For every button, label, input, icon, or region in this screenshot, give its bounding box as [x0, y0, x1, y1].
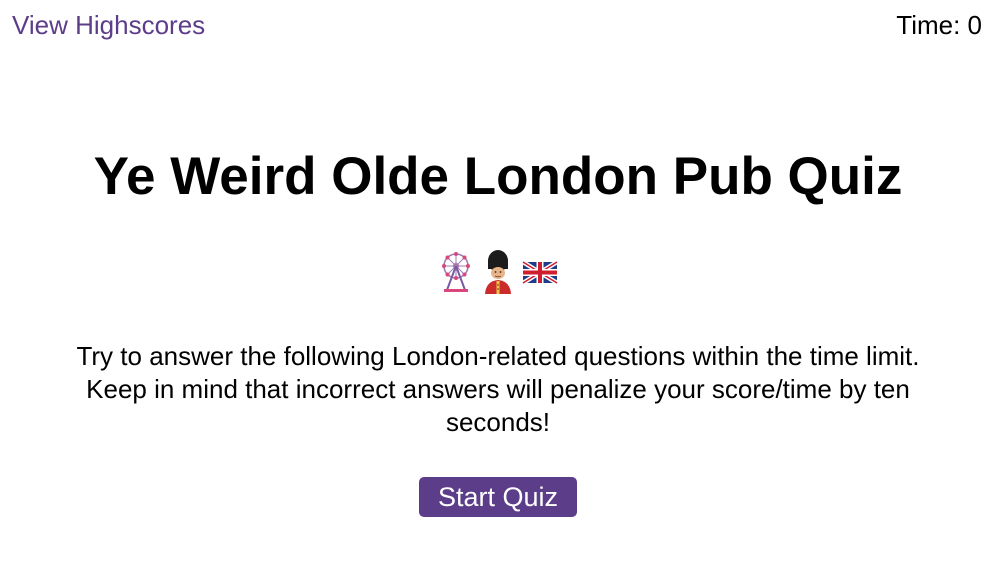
page-title: Ye Weird Olde London Pub Quiz — [93, 147, 903, 206]
quiz-description: Try to answer the following London-relat… — [76, 341, 920, 437]
ferris-wheel-icon — [442, 252, 470, 292]
start-quiz-button[interactable]: Start Quiz — [419, 477, 577, 517]
timer-display: Time: 0 — [896, 10, 982, 40]
royal-guard-icon — [485, 250, 511, 294]
top-bar: View Highscores Time: 0 — [0, 0, 996, 52]
emoji-row — [0, 250, 996, 294]
union-jack-flag-icon — [522, 260, 558, 285]
view-highscores-link[interactable]: View Highscores — [12, 9, 205, 41]
